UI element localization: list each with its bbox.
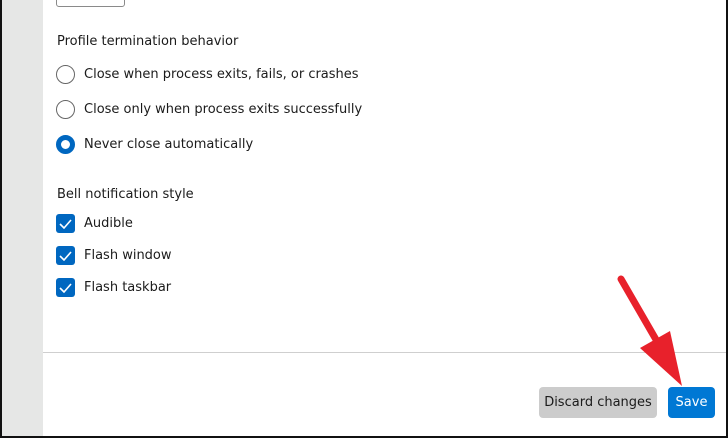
red-arrow-annotation-icon <box>617 275 682 386</box>
